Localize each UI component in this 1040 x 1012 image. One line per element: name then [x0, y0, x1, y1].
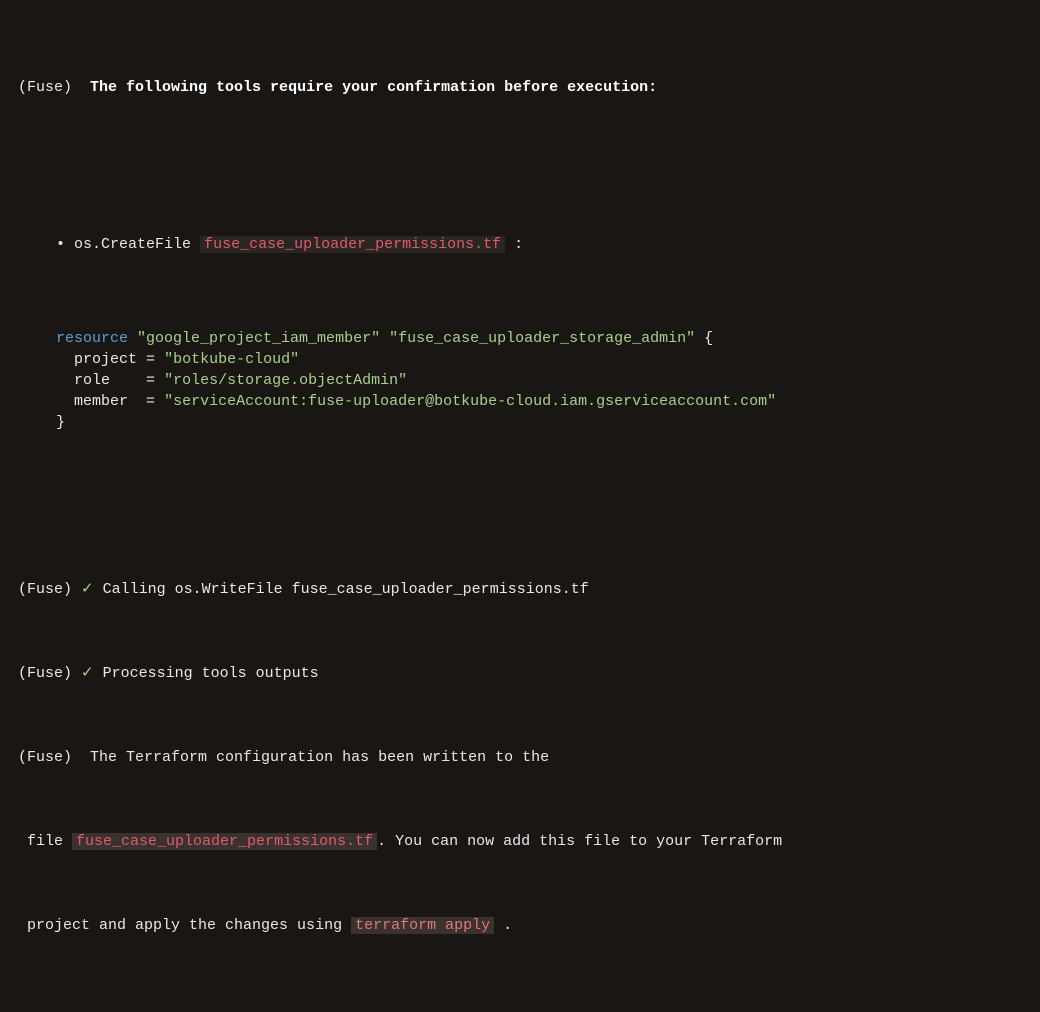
- written-msg-line-1: (Fuse) The Terraform configuration has b…: [18, 747, 1022, 768]
- check-icon: ✓: [81, 665, 94, 682]
- status-line-1: (Fuse) ✓ Calling os.WriteFile fuse_case_…: [18, 579, 1022, 600]
- status-line-2: (Fuse) ✓ Processing tools outputs: [18, 663, 1022, 684]
- check-icon: ✓: [81, 581, 94, 598]
- written-filename: fuse_case_uploader_permissions.tf: [72, 833, 377, 850]
- bullet-icon: •: [56, 236, 65, 253]
- tool-bullet-line: • os.CreateFile fuse_case_uploader_permi…: [56, 234, 1022, 255]
- confirm-header-text: The following tools require your confirm…: [90, 79, 657, 96]
- code-block: resource "google_project_iam_member" "fu…: [56, 328, 1022, 433]
- tool-call-name: os.CreateFile: [74, 236, 191, 253]
- tool-suffix: :: [514, 236, 523, 253]
- confirm-header-line: (Fuse) The following tools require your …: [18, 77, 1022, 98]
- written-msg-line-2: file fuse_case_uploader_permissions.tf. …: [18, 831, 1022, 852]
- tool-file-arg: fuse_case_uploader_permissions.tf: [200, 236, 505, 253]
- status-1-text: Calling os.WriteFile fuse_case_uploader_…: [103, 581, 589, 598]
- agent-label: (Fuse): [18, 79, 72, 96]
- status-2-text: Processing tools outputs: [103, 665, 319, 682]
- written-msg-line-3: project and apply the changes using terr…: [18, 915, 1022, 936]
- terraform-apply-cmd: terraform apply: [351, 917, 494, 934]
